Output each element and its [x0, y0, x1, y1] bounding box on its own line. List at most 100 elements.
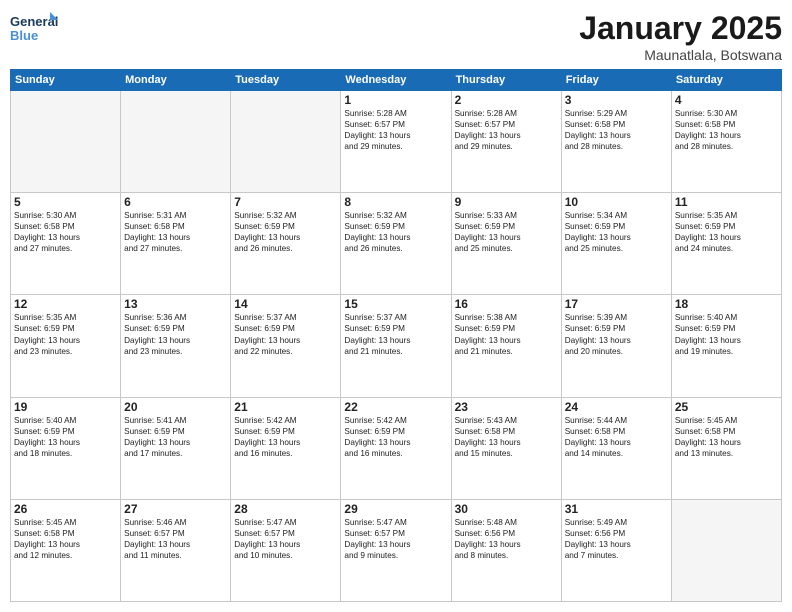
calendar-cell: 10Sunrise: 5:34 AM Sunset: 6:59 PM Dayli…	[561, 193, 671, 295]
logo-svg: General Blue	[10, 10, 58, 46]
calendar-cell: 16Sunrise: 5:38 AM Sunset: 6:59 PM Dayli…	[451, 295, 561, 397]
day-number: 29	[344, 502, 447, 516]
day-info: Sunrise: 5:30 AM Sunset: 6:58 PM Dayligh…	[14, 210, 117, 254]
day-info: Sunrise: 5:29 AM Sunset: 6:58 PM Dayligh…	[565, 108, 668, 152]
day-number: 30	[455, 502, 558, 516]
day-info: Sunrise: 5:39 AM Sunset: 6:59 PM Dayligh…	[565, 312, 668, 356]
day-number: 4	[675, 93, 778, 107]
calendar-cell	[671, 499, 781, 601]
calendar-cell: 24Sunrise: 5:44 AM Sunset: 6:58 PM Dayli…	[561, 397, 671, 499]
day-number: 20	[124, 400, 227, 414]
calendar-cell: 13Sunrise: 5:36 AM Sunset: 6:59 PM Dayli…	[121, 295, 231, 397]
day-info: Sunrise: 5:35 AM Sunset: 6:59 PM Dayligh…	[675, 210, 778, 254]
calendar-cell: 14Sunrise: 5:37 AM Sunset: 6:59 PM Dayli…	[231, 295, 341, 397]
calendar-cell: 12Sunrise: 5:35 AM Sunset: 6:59 PM Dayli…	[11, 295, 121, 397]
logo: General Blue	[10, 10, 58, 46]
calendar-cell: 9Sunrise: 5:33 AM Sunset: 6:59 PM Daylig…	[451, 193, 561, 295]
calendar-cell: 29Sunrise: 5:47 AM Sunset: 6:57 PM Dayli…	[341, 499, 451, 601]
day-info: Sunrise: 5:45 AM Sunset: 6:58 PM Dayligh…	[675, 415, 778, 459]
calendar-cell: 4Sunrise: 5:30 AM Sunset: 6:58 PM Daylig…	[671, 91, 781, 193]
day-number: 27	[124, 502, 227, 516]
day-info: Sunrise: 5:42 AM Sunset: 6:59 PM Dayligh…	[344, 415, 447, 459]
day-info: Sunrise: 5:45 AM Sunset: 6:58 PM Dayligh…	[14, 517, 117, 561]
calendar-cell: 5Sunrise: 5:30 AM Sunset: 6:58 PM Daylig…	[11, 193, 121, 295]
weekday-header-tuesday: Tuesday	[231, 70, 341, 91]
day-info: Sunrise: 5:32 AM Sunset: 6:59 PM Dayligh…	[234, 210, 337, 254]
calendar-cell: 25Sunrise: 5:45 AM Sunset: 6:58 PM Dayli…	[671, 397, 781, 499]
day-number: 26	[14, 502, 117, 516]
calendar-cell: 17Sunrise: 5:39 AM Sunset: 6:59 PM Dayli…	[561, 295, 671, 397]
weekday-header-thursday: Thursday	[451, 70, 561, 91]
month-title: January 2025	[579, 10, 782, 47]
weekday-header-wednesday: Wednesday	[341, 70, 451, 91]
day-info: Sunrise: 5:47 AM Sunset: 6:57 PM Dayligh…	[344, 517, 447, 561]
day-number: 7	[234, 195, 337, 209]
calendar-cell: 28Sunrise: 5:47 AM Sunset: 6:57 PM Dayli…	[231, 499, 341, 601]
day-info: Sunrise: 5:32 AM Sunset: 6:59 PM Dayligh…	[344, 210, 447, 254]
calendar-cell	[11, 91, 121, 193]
day-number: 21	[234, 400, 337, 414]
calendar-cell: 2Sunrise: 5:28 AM Sunset: 6:57 PM Daylig…	[451, 91, 561, 193]
calendar-cell: 20Sunrise: 5:41 AM Sunset: 6:59 PM Dayli…	[121, 397, 231, 499]
day-number: 25	[675, 400, 778, 414]
day-number: 6	[124, 195, 227, 209]
day-info: Sunrise: 5:34 AM Sunset: 6:59 PM Dayligh…	[565, 210, 668, 254]
day-number: 10	[565, 195, 668, 209]
day-number: 8	[344, 195, 447, 209]
day-info: Sunrise: 5:37 AM Sunset: 6:59 PM Dayligh…	[344, 312, 447, 356]
day-number: 16	[455, 297, 558, 311]
day-number: 31	[565, 502, 668, 516]
calendar-cell: 15Sunrise: 5:37 AM Sunset: 6:59 PM Dayli…	[341, 295, 451, 397]
calendar-cell: 7Sunrise: 5:32 AM Sunset: 6:59 PM Daylig…	[231, 193, 341, 295]
day-info: Sunrise: 5:33 AM Sunset: 6:59 PM Dayligh…	[455, 210, 558, 254]
calendar-cell	[231, 91, 341, 193]
day-info: Sunrise: 5:42 AM Sunset: 6:59 PM Dayligh…	[234, 415, 337, 459]
weekday-header-friday: Friday	[561, 70, 671, 91]
day-info: Sunrise: 5:49 AM Sunset: 6:56 PM Dayligh…	[565, 517, 668, 561]
day-info: Sunrise: 5:37 AM Sunset: 6:59 PM Dayligh…	[234, 312, 337, 356]
calendar-table: SundayMondayTuesdayWednesdayThursdayFrid…	[10, 69, 782, 602]
day-number: 14	[234, 297, 337, 311]
calendar-cell: 21Sunrise: 5:42 AM Sunset: 6:59 PM Dayli…	[231, 397, 341, 499]
day-number: 15	[344, 297, 447, 311]
day-info: Sunrise: 5:28 AM Sunset: 6:57 PM Dayligh…	[455, 108, 558, 152]
day-info: Sunrise: 5:30 AM Sunset: 6:58 PM Dayligh…	[675, 108, 778, 152]
day-number: 2	[455, 93, 558, 107]
day-number: 5	[14, 195, 117, 209]
calendar-cell: 30Sunrise: 5:48 AM Sunset: 6:56 PM Dayli…	[451, 499, 561, 601]
day-number: 9	[455, 195, 558, 209]
day-number: 18	[675, 297, 778, 311]
day-info: Sunrise: 5:43 AM Sunset: 6:58 PM Dayligh…	[455, 415, 558, 459]
day-info: Sunrise: 5:48 AM Sunset: 6:56 PM Dayligh…	[455, 517, 558, 561]
calendar-cell: 6Sunrise: 5:31 AM Sunset: 6:58 PM Daylig…	[121, 193, 231, 295]
weekday-header-monday: Monday	[121, 70, 231, 91]
day-info: Sunrise: 5:35 AM Sunset: 6:59 PM Dayligh…	[14, 312, 117, 356]
weekday-header-saturday: Saturday	[671, 70, 781, 91]
calendar-cell: 31Sunrise: 5:49 AM Sunset: 6:56 PM Dayli…	[561, 499, 671, 601]
day-info: Sunrise: 5:47 AM Sunset: 6:57 PM Dayligh…	[234, 517, 337, 561]
day-info: Sunrise: 5:46 AM Sunset: 6:57 PM Dayligh…	[124, 517, 227, 561]
day-number: 1	[344, 93, 447, 107]
weekday-header-sunday: Sunday	[11, 70, 121, 91]
day-info: Sunrise: 5:40 AM Sunset: 6:59 PM Dayligh…	[14, 415, 117, 459]
day-number: 22	[344, 400, 447, 414]
calendar-cell: 26Sunrise: 5:45 AM Sunset: 6:58 PM Dayli…	[11, 499, 121, 601]
calendar-cell: 1Sunrise: 5:28 AM Sunset: 6:57 PM Daylig…	[341, 91, 451, 193]
calendar-cell	[121, 91, 231, 193]
calendar-cell: 22Sunrise: 5:42 AM Sunset: 6:59 PM Dayli…	[341, 397, 451, 499]
day-number: 11	[675, 195, 778, 209]
title-block: January 2025 Maunatlala, Botswana	[579, 10, 782, 63]
day-number: 28	[234, 502, 337, 516]
calendar-cell: 27Sunrise: 5:46 AM Sunset: 6:57 PM Dayli…	[121, 499, 231, 601]
day-info: Sunrise: 5:36 AM Sunset: 6:59 PM Dayligh…	[124, 312, 227, 356]
svg-text:Blue: Blue	[10, 28, 38, 43]
day-number: 17	[565, 297, 668, 311]
calendar-cell: 19Sunrise: 5:40 AM Sunset: 6:59 PM Dayli…	[11, 397, 121, 499]
day-info: Sunrise: 5:44 AM Sunset: 6:58 PM Dayligh…	[565, 415, 668, 459]
day-number: 13	[124, 297, 227, 311]
day-number: 24	[565, 400, 668, 414]
calendar-cell: 18Sunrise: 5:40 AM Sunset: 6:59 PM Dayli…	[671, 295, 781, 397]
calendar-cell: 11Sunrise: 5:35 AM Sunset: 6:59 PM Dayli…	[671, 193, 781, 295]
day-info: Sunrise: 5:38 AM Sunset: 6:59 PM Dayligh…	[455, 312, 558, 356]
day-info: Sunrise: 5:28 AM Sunset: 6:57 PM Dayligh…	[344, 108, 447, 152]
